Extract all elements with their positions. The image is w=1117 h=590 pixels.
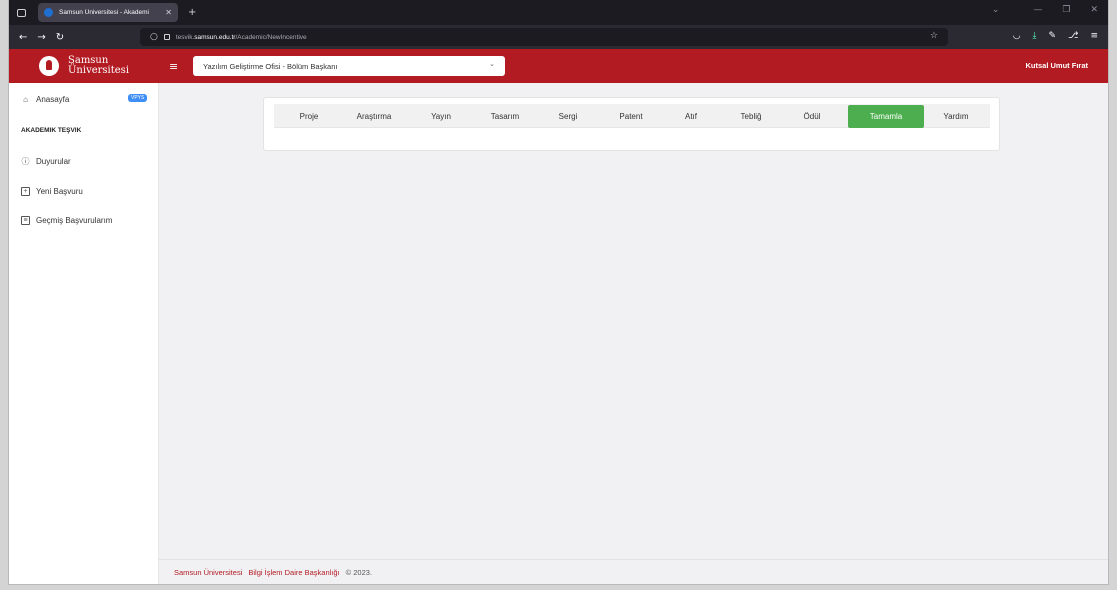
tab-atif[interactable]: Atıf (671, 105, 711, 128)
chevron-down-icon[interactable]: ⌄ (992, 5, 1000, 15)
chevron-down-icon: ⌄ (489, 60, 495, 68)
forward-icon[interactable]: → (37, 32, 45, 43)
brand-text: Samsun Üniversitesi (68, 55, 130, 77)
tab-odul[interactable]: Ödül (789, 105, 835, 128)
browser-tab[interactable]: Samsun Üniversitesi - Akademi ✕ (38, 3, 178, 22)
footer: Samsun Üniversitesi Bilgi İşlem Daire Ba… (159, 559, 1108, 584)
sidebar-section-heading: AKADEMIK TEŞVIK (21, 127, 82, 134)
brand-line2: Üniversitesi (68, 65, 130, 76)
tab-yardim[interactable]: Yardım (931, 105, 981, 128)
new-tab-button[interactable]: + (188, 7, 196, 18)
menu-icon[interactable]: ≡ (1090, 31, 1098, 41)
tab-title: Samsun Üniversitesi - Akademi (59, 9, 149, 16)
footer-org-link[interactable]: Samsun Üniversitesi (174, 568, 242, 577)
sidebar-item-home[interactable]: ⌂ Anasayfa (21, 95, 69, 104)
plus-square-icon: + (21, 187, 30, 196)
footer-dept-link[interactable]: Bilgi İşlem Daire Başkanlığı (248, 568, 339, 577)
sidebar-item-new-application[interactable]: + Yeni Başvuru (21, 187, 83, 196)
toolbar-actions: ◡ ⤓ ✎ ⎇ ≡ (1013, 31, 1098, 41)
close-window-icon[interactable]: ✕ (1090, 5, 1098, 15)
tools-icon[interactable]: ✎ (1049, 31, 1057, 41)
close-tab-icon[interactable]: ✕ (165, 8, 172, 17)
tab-yayin[interactable]: Yayın (418, 105, 464, 128)
tab-arastirma[interactable]: Araştırma (342, 105, 406, 128)
list-icon: ≡ (21, 216, 30, 225)
category-tabs: Proje Araştırma Yayın Tasarım Sergi Pate… (274, 104, 990, 128)
url-text[interactable]: tesvik.samsun.edu.tr/Academic/NewIncenti… (176, 34, 307, 41)
hamburger-icon[interactable]: ≡ (169, 60, 187, 73)
minimize-icon[interactable]: — (1033, 5, 1042, 15)
sidebar-item-announcements[interactable]: ⓘ Duyurular (21, 157, 71, 166)
tab-tasarim[interactable]: Tasarım (477, 105, 533, 128)
extensions-icon[interactable]: ⎇ (1068, 31, 1078, 41)
url-bar[interactable]: ○ tesvik.samsun.edu.tr/Academic/NewIncen… (140, 28, 948, 46)
tab-patent[interactable]: Patent (605, 105, 657, 128)
tab-sergi[interactable]: Sergi (545, 105, 591, 128)
bookmark-star-icon[interactable]: ☆ (930, 31, 938, 41)
lock-icon[interactable] (163, 34, 170, 40)
sidebar-item-past-applications[interactable]: ≡ Geçmiş Başvurularım (21, 216, 112, 225)
tab-tamamla[interactable]: Tamamla (848, 105, 924, 128)
info-icon: ⓘ (21, 157, 30, 166)
incentive-card: Proje Araştırma Yayın Tasarım Sergi Pate… (263, 97, 1000, 151)
role-select[interactable]: Yazılım Geliştirme Ofisi - Bölüm Başkanı… (193, 56, 505, 76)
favicon-icon (44, 8, 53, 17)
footer-copyright: © 2023. (345, 567, 373, 577)
browser-window: Samsun Üniversitesi - Akademi ✕ + ⌄ — ❐ … (9, 0, 1108, 584)
browser-toolbar: ← → ↻ ○ tesvik.samsun.edu.tr/Academic/Ne… (9, 25, 1108, 49)
pocket-icon[interactable]: ◡ (1013, 31, 1021, 41)
sidebar-item-label: Yeni Başvuru (36, 187, 83, 196)
home-icon: ⌂ (23, 95, 28, 104)
window-controls: ⌄ — ❐ ✕ (992, 5, 1098, 15)
role-select-value: Yazılım Geliştirme Ofisi - Bölüm Başkanı (203, 61, 338, 71)
browser-tab-strip: Samsun Üniversitesi - Akademi ✕ + ⌄ — ❐ … (9, 0, 1108, 25)
url-domain: samsun.edu.tr (194, 33, 236, 41)
reload-icon[interactable]: ↻ (56, 32, 64, 43)
download-icon[interactable]: ⤓ (1033, 31, 1037, 41)
url-path: /Academic/NewIncentive (235, 33, 307, 41)
restore-icon[interactable]: ❐ (1062, 5, 1070, 15)
url-prefix: tesvik. (175, 33, 195, 41)
tab-list-icon[interactable] (17, 8, 26, 17)
university-logo (39, 56, 59, 76)
sidebar-item-label: Anasayfa (36, 95, 70, 104)
sidebar-item-label: Geçmiş Başvurularım (36, 216, 113, 225)
tab-proje[interactable]: Proje (284, 105, 334, 128)
brand[interactable]: Samsun Üniversitesi (9, 49, 159, 83)
user-name[interactable]: Kutsal Umut Fırat (1025, 61, 1088, 70)
back-icon[interactable]: ← (19, 32, 27, 43)
vpys-badge[interactable]: VPYS (128, 94, 148, 102)
tab-teblig[interactable]: Tebliğ (725, 105, 777, 128)
sidebar-item-label: Duyurular (36, 157, 71, 166)
app-header: Samsun Üniversitesi ≡ Yazılım Geliştirme… (9, 49, 1108, 83)
tracking-shield-icon[interactable]: ○ (150, 32, 158, 42)
